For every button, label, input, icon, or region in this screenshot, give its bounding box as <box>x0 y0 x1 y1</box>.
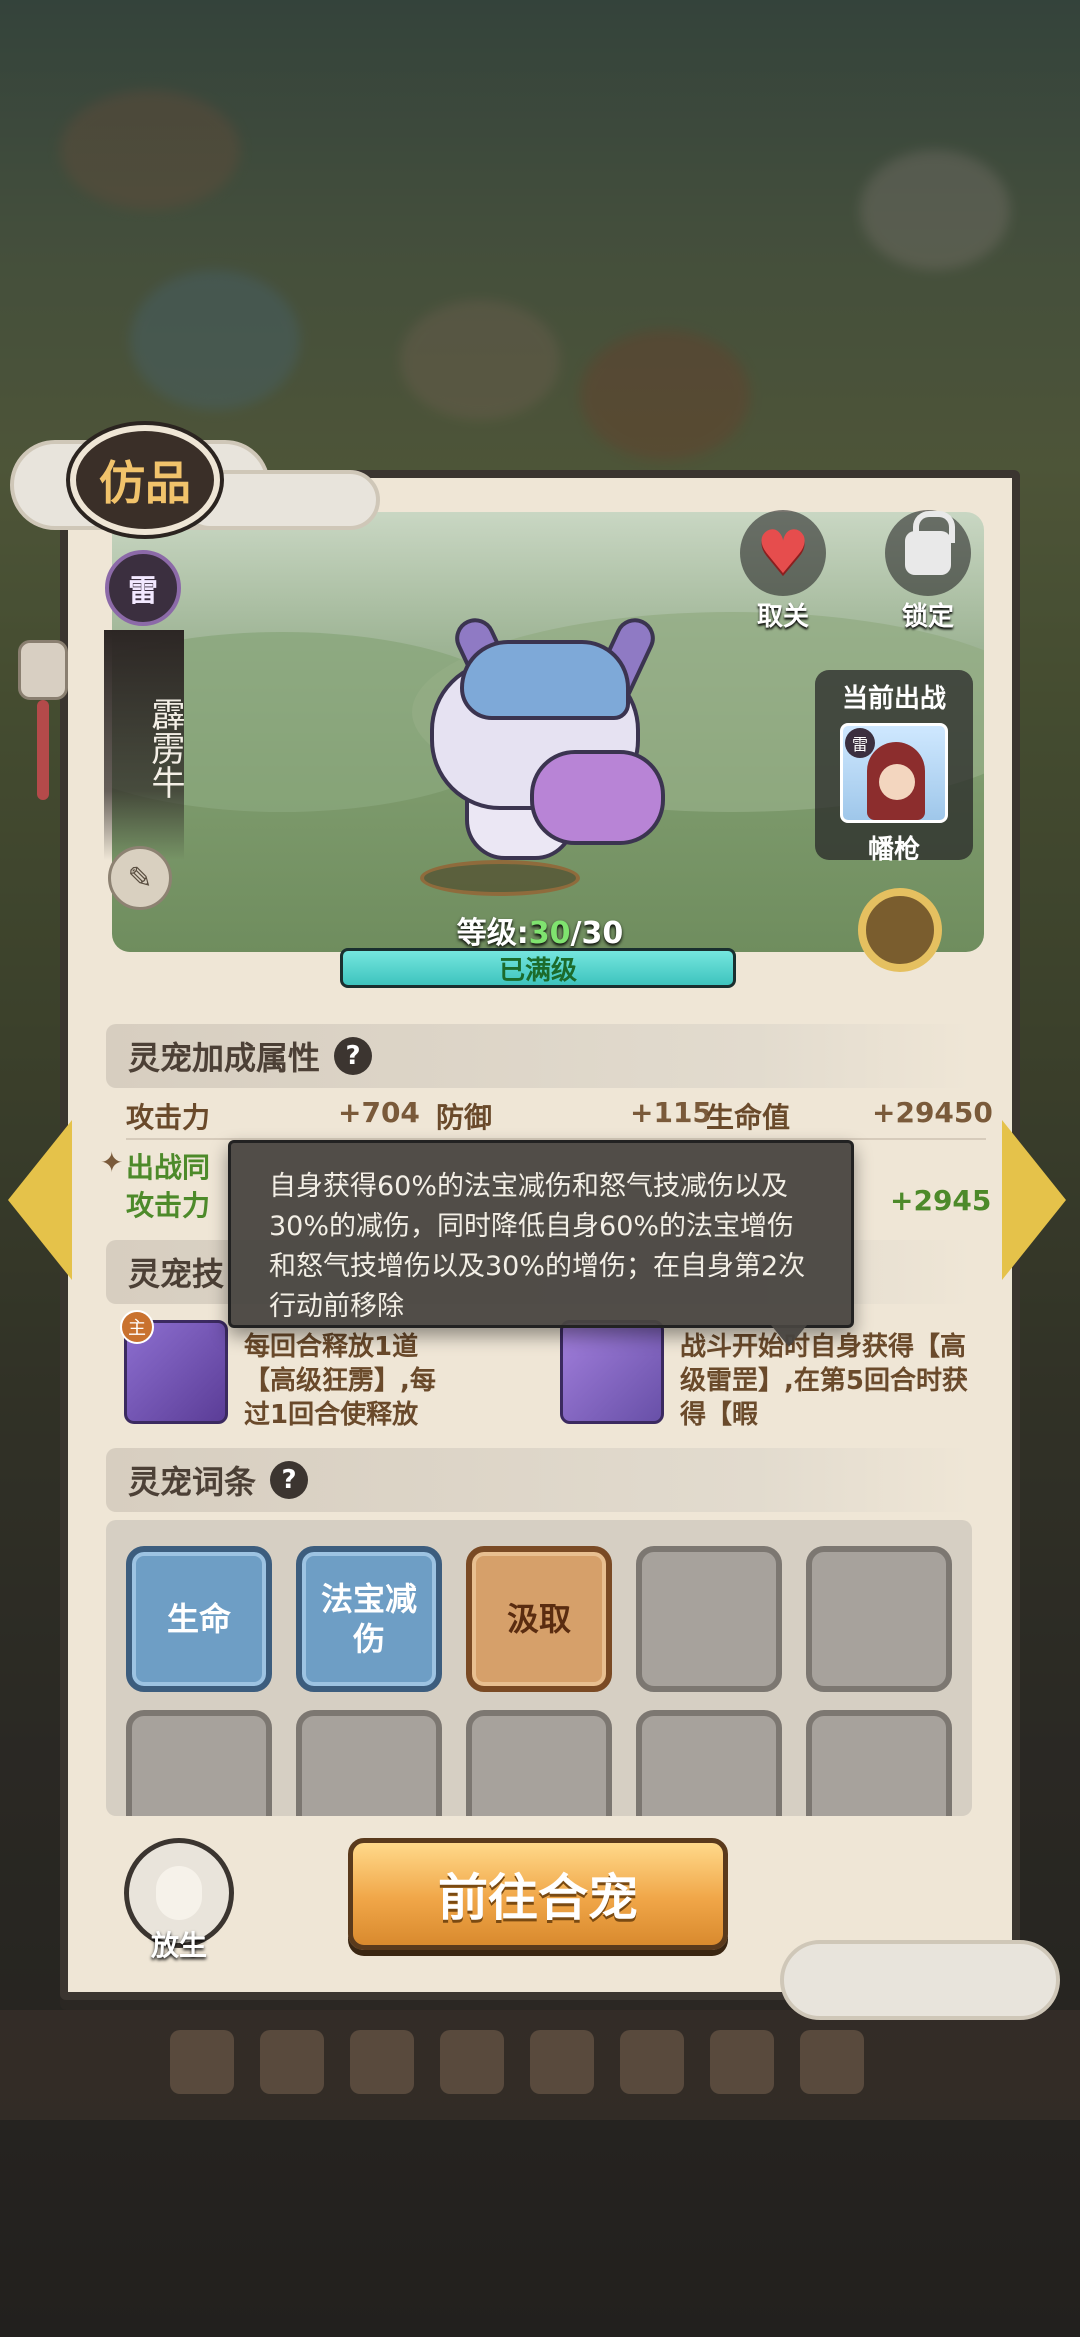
dock-slot <box>710 2030 774 2094</box>
lock-icon <box>905 511 955 575</box>
trait-slot-empty[interactable] <box>806 1546 952 1692</box>
pet-name: 霹雳牛 <box>104 630 185 860</box>
skill-thumbnail <box>560 1320 664 1424</box>
heart-icon: ♥ <box>756 518 810 588</box>
chevron-left-icon <box>8 1120 72 1280</box>
level-label: 等级: <box>456 916 529 951</box>
skill-card[interactable]: 主 每回合释放1道【高级狂雳】,每过1回合使释放道数增加 <box>120 1310 524 1440</box>
rename-brush-button[interactable]: ✎ <box>108 846 172 910</box>
stat-hp-label: 生命值 <box>706 1101 791 1134</box>
prev-pet-arrow[interactable] <box>8 1120 78 1280</box>
tassel-decoration <box>37 700 49 800</box>
unfollow-icon-wrap: ♥ <box>740 510 826 596</box>
trait-slot-empty[interactable] <box>806 1710 952 1816</box>
cloud-decoration <box>780 1940 1060 2020</box>
main-skill-tag: 主 <box>120 1310 154 1344</box>
pet-hair <box>460 640 630 720</box>
stat-attack-label: 攻击力 <box>126 1101 211 1134</box>
level-text: 等级:30/30 <box>0 908 1080 952</box>
dock-slot <box>170 2030 234 2094</box>
bonus-section-title: 灵宠加成属性 <box>128 1039 321 1077</box>
next-pet-arrow[interactable] <box>1002 1120 1072 1280</box>
stat-hp-value: +29450 <box>872 1096 993 1129</box>
dock-slot <box>440 2030 504 2094</box>
stat-row: 攻击力 +704 防御 +115 生命值 +29450 <box>126 1092 993 1136</box>
release-label: 放生 <box>150 1929 207 1962</box>
rarity-badge: 仿品 <box>70 425 220 535</box>
unfollow-button[interactable]: ♥ 取关 <box>740 510 826 633</box>
trait-slot[interactable]: 汲取 <box>466 1546 612 1692</box>
level-status: 已满级 <box>498 955 577 986</box>
trait-slot-empty[interactable] <box>636 1546 782 1692</box>
level-current: 30 <box>528 916 571 951</box>
avatar-element-badge: 雷 <box>845 728 875 758</box>
trait-slot-empty[interactable] <box>296 1710 442 1816</box>
current-battle-name: 幡枪 <box>867 835 920 865</box>
traits-section-header: 灵宠词条 ? <box>106 1448 972 1512</box>
dock-slot <box>530 2030 594 2094</box>
unfollow-label: 取关 <box>756 602 809 632</box>
skill-description: 每回合释放1道【高级狂雳】,每过1回合使释放道数增加 <box>244 1332 436 1430</box>
pet-snout <box>530 750 665 845</box>
rabbit-icon <box>156 1866 202 1920</box>
battle-attack-label: 攻击力 <box>126 1189 211 1222</box>
dock-slot <box>620 2030 684 2094</box>
lock-label: 锁定 <box>901 602 954 632</box>
trait-slot-empty[interactable] <box>466 1710 612 1816</box>
dock-slot <box>350 2030 414 2094</box>
bonus-section-header: 灵宠加成属性 ? <box>106 1024 972 1088</box>
trait-slot-empty[interactable] <box>126 1710 272 1816</box>
lock-button[interactable]: 锁定 <box>885 510 971 633</box>
go-merge-button[interactable]: 前往合宠 <box>348 1838 728 1950</box>
trait-slot[interactable]: 生命 <box>126 1546 272 1692</box>
element-badge: 雷 <box>105 550 181 626</box>
trait-slot-empty[interactable] <box>636 1710 782 1816</box>
lock-icon-wrap <box>885 510 971 596</box>
dock-slot <box>800 2030 864 2094</box>
skill-description: 战斗开始时自身获得【高级雷罡】,在第5回合时获得【暇 <box>680 1332 968 1430</box>
pet-pedestal <box>420 860 580 896</box>
help-icon[interactable]: ? <box>334 1037 373 1075</box>
trait-slot[interactable]: 法宝减伤 <box>296 1546 442 1692</box>
brush-icon: ✎ <box>127 860 153 896</box>
current-battle-card[interactable]: 当前出战 雷 幡枪 <box>815 670 973 865</box>
chevron-right-icon <box>1002 1120 1066 1280</box>
stat-defense-label: 防御 <box>436 1101 493 1134</box>
help-icon[interactable]: ? <box>270 1461 309 1499</box>
avatar: 雷 <box>840 723 948 823</box>
skill-card[interactable]: 战斗开始时自身获得【高级雷罡】,在第5回合时获得【暇 <box>560 1310 980 1440</box>
battle-attack-value: +2945 <box>890 1184 992 1217</box>
traits-section-title: 灵宠词条 <box>128 1463 257 1501</box>
stat-attack-value: +704 <box>338 1096 420 1129</box>
avatar-face <box>879 764 915 800</box>
stat-defense-value: +115 <box>630 1096 712 1129</box>
star-marker-icon: ✦ <box>100 1146 124 1179</box>
dock-slot <box>260 2030 324 2094</box>
skills-section-title: 灵宠技 <box>128 1255 225 1293</box>
charm-ornament-icon <box>18 640 68 700</box>
level-max: /30 <box>570 916 624 951</box>
traits-grid: 生命 法宝减伤 汲取 <box>106 1520 972 1816</box>
skill-tooltip: 自身获得60%的法宝减伤和怒气技减伤以及30%的减伤，同时降低自身60%的法宝增… <box>228 1140 854 1347</box>
level-progress-bar: 已满级 <box>340 948 736 988</box>
current-battle-title: 当前出战 <box>841 684 946 714</box>
